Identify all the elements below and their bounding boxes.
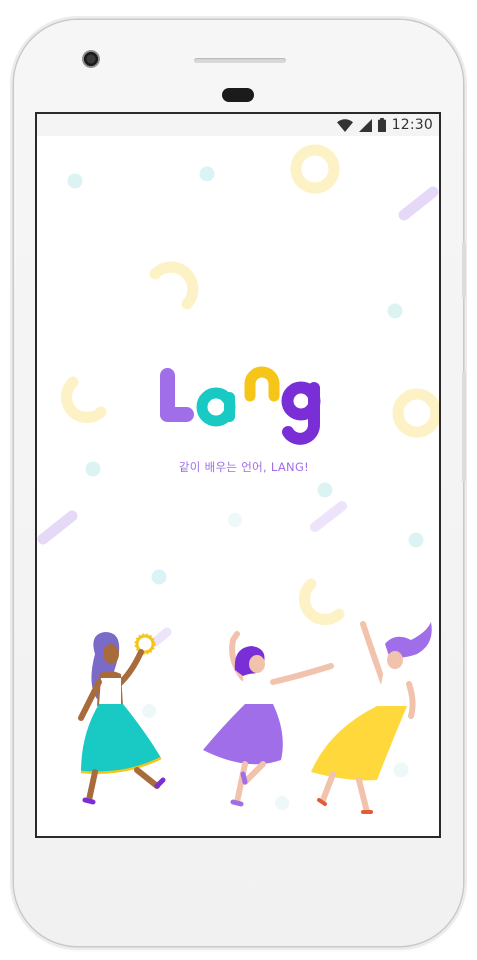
logo-letter-g (281, 381, 321, 445)
dancer-teal-skirt (78, 632, 166, 805)
lang-logo (160, 366, 321, 445)
logo-letter-a (196, 387, 236, 427)
volume-button (462, 242, 466, 298)
device-mockup: 12:30 같이 배우는 언어, LANG! (0, 0, 477, 960)
app-screen[interactable]: 12:30 같이 배우는 언어, LANG! (35, 112, 441, 838)
front-camera (82, 50, 100, 68)
logo-letter-n (244, 366, 280, 402)
tagline: 같이 배우는 언어, LANG! (178, 460, 310, 474)
dancer-purple-skirt (203, 631, 334, 807)
power-button (462, 372, 466, 482)
logo-letter-l (160, 368, 194, 422)
earpiece-speaker (194, 58, 286, 63)
proximity-sensor (222, 88, 254, 102)
dancers-illustration (78, 621, 432, 814)
dancer-yellow-skirt (311, 621, 432, 814)
